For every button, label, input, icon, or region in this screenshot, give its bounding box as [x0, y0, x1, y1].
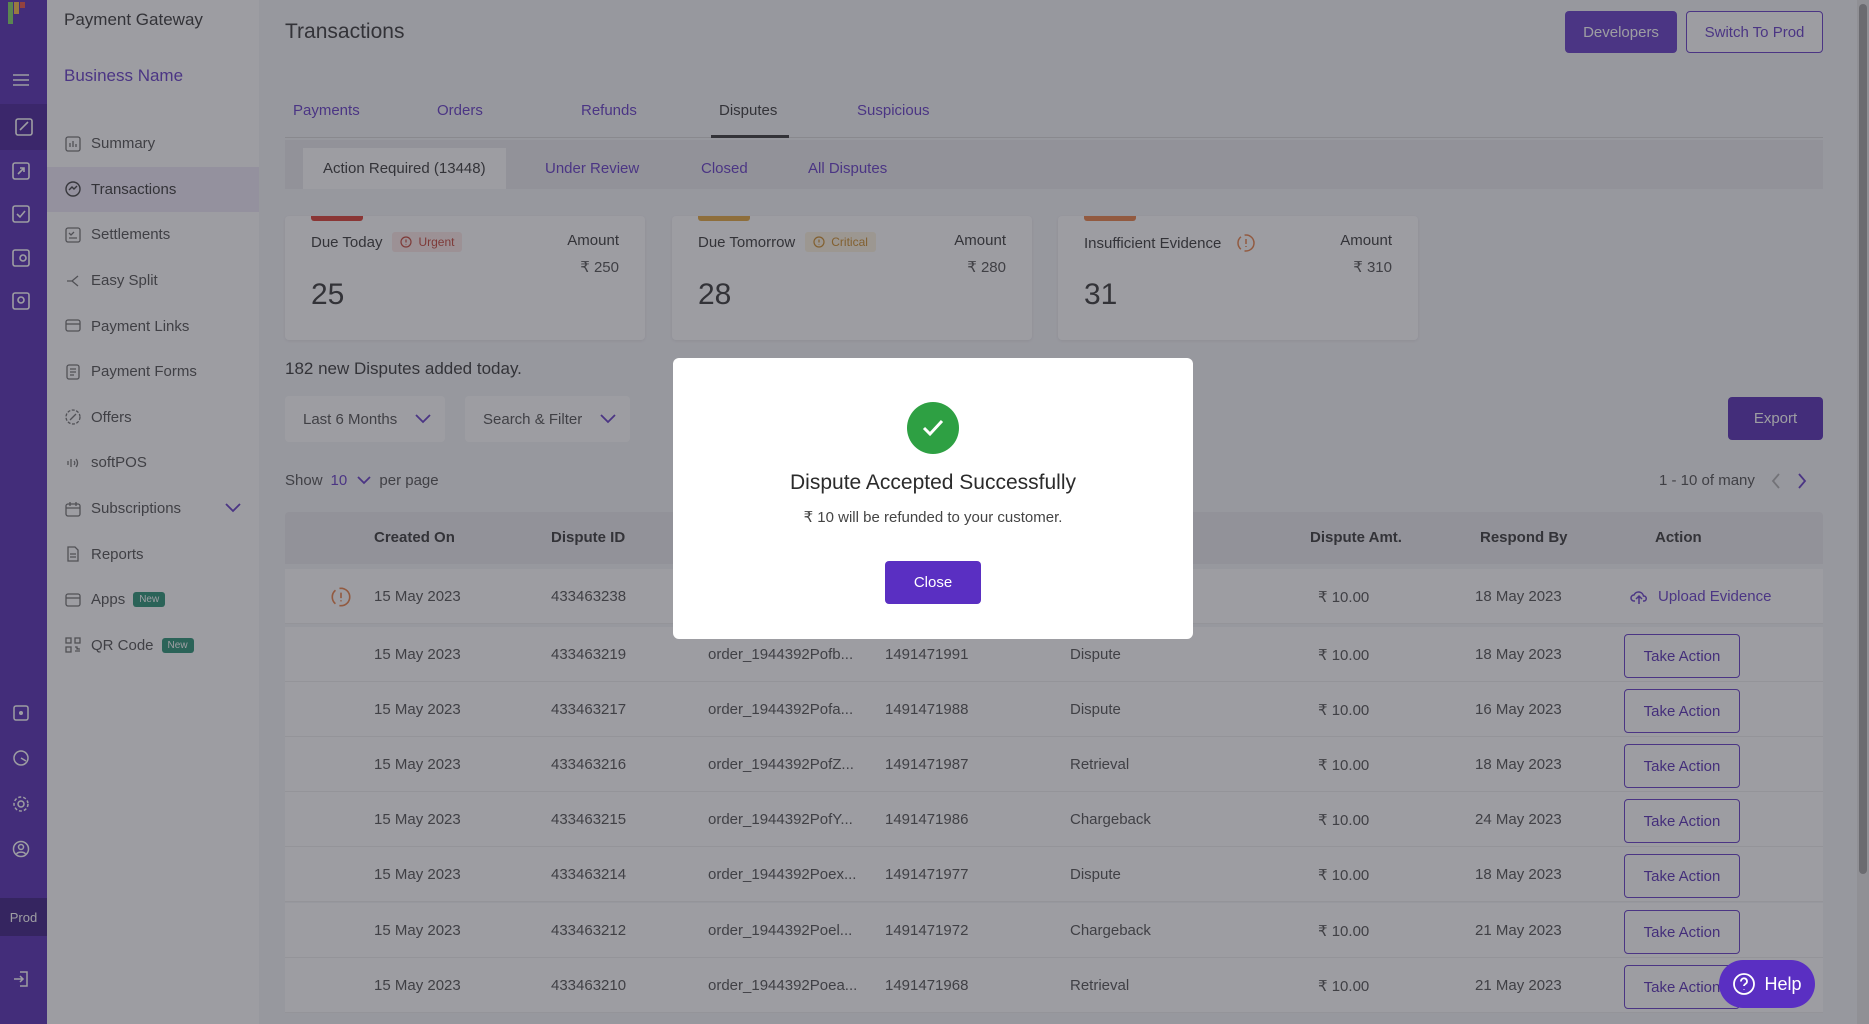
close-button[interactable]: Close: [885, 561, 981, 604]
success-modal: Dispute Accepted Successfully ₹ 10 will …: [673, 358, 1193, 639]
modal-message: ₹ 10 will be refunded to your customer.: [803, 509, 1063, 526]
help-button[interactable]: Help: [1719, 960, 1815, 1008]
modal-title: Dispute Accepted Successfully: [790, 471, 1076, 494]
help-icon: [1733, 973, 1756, 995]
success-check-icon: [907, 402, 959, 454]
